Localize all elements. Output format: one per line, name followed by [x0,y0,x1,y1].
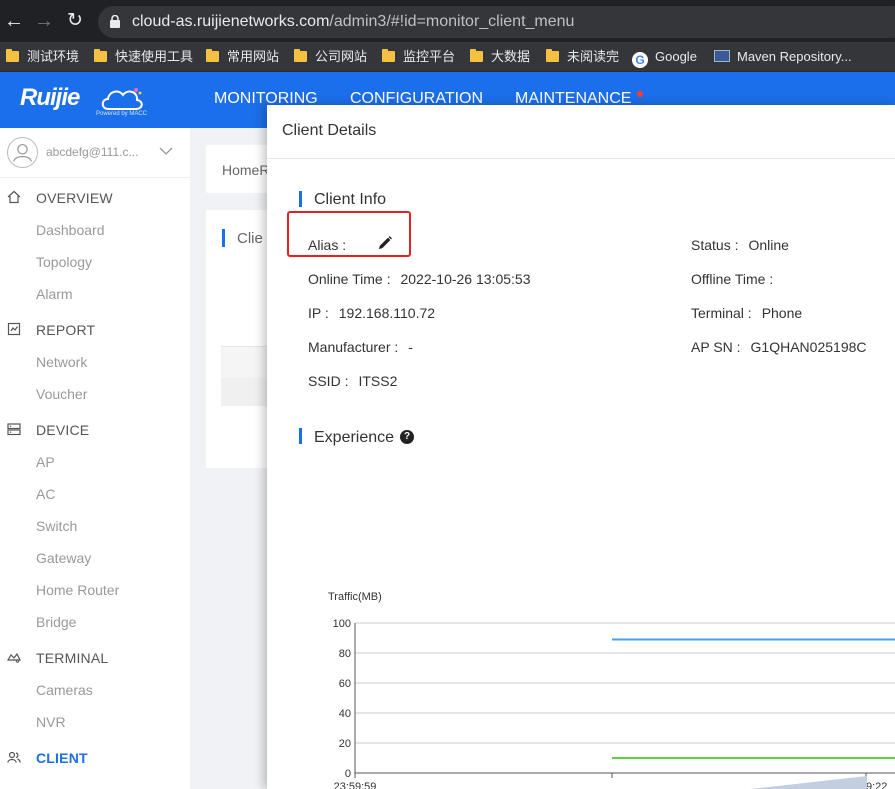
device-icon [7,423,21,436]
reload-icon[interactable]: ↻ [63,9,87,33]
modal-divider [267,158,895,159]
maven-icon [714,50,730,62]
offline-time-field: Offline Time : [691,271,774,287]
back-icon[interactable]: ← [2,9,26,33]
help-icon[interactable]: ? [400,430,414,444]
breadcrumb[interactable]: HomeR [222,162,269,178]
ap-sn-field: AP SN : G1QHAN025198C [691,339,867,355]
sidebar-item-gateway[interactable]: Gateway [36,550,91,566]
highlight-box [287,211,411,257]
y-tick-label: 20 [339,738,351,750]
sidebar-item-dashboard[interactable]: Dashboard [36,222,105,238]
folder-icon [382,49,395,62]
section-bar [222,229,225,247]
sidebar-item-nvr[interactable]: NVR [36,714,66,730]
sidebar-section-client[interactable]: CLIENT [0,746,190,770]
bookmark-item[interactable]: 监控平台 [382,48,455,66]
zoom-slider-preview [750,776,867,789]
cloud-icon [101,88,143,110]
terminal-icon [7,652,21,663]
sidebar-item-home-router[interactable]: Home Router [36,582,119,598]
folder-icon [470,49,483,62]
y-tick-label: 60 [339,678,351,690]
sidebar-item-network[interactable]: Network [36,354,87,370]
chart-grid [354,622,895,774]
browser-toolbar: ← → ↻ cloud-as.ruijienetworks.com/admin3… [0,0,895,42]
sidebar-item-topology[interactable]: Topology [36,254,92,270]
sidebar-item-switch[interactable]: Switch [36,518,77,534]
user-menu[interactable]: abcdefg@111.c... [0,128,190,178]
sidebar-item-cameras[interactable]: Cameras [36,682,93,698]
report-icon [7,322,21,336]
url-text: cloud-as.ruijienetworks.com/admin3/#!id=… [132,13,575,30]
card-title: Clie [237,230,263,247]
online-time-field: Online Time :2022-10-26 13:05:53 [308,271,531,287]
folder-icon [206,49,219,62]
terminal-field: Terminal : Phone [691,305,803,321]
sidebar-item-alarm[interactable]: Alarm [36,286,73,302]
sidebar-section-terminal[interactable]: TERMINAL [0,646,190,670]
folder-icon [546,49,559,62]
bookmark-item[interactable]: 公司网站 [294,48,367,66]
client-icon [7,751,21,763]
section-bar [299,191,302,207]
sidebar-section-device[interactable]: DEVICE [0,418,190,442]
bookmark-item[interactable]: 快速使用工具 [94,48,193,66]
traffic-chart: Traffic(MB) 020406080100 23:59:5912:19:2… [328,591,895,789]
bookmark-item[interactable]: 大数据 [470,48,530,66]
folder-icon [94,49,107,62]
sidebar-section-overview[interactable]: OVERVIEW [0,186,190,210]
sidebar-item-ap[interactable]: AP [36,454,55,470]
folder-icon [294,49,307,62]
sidebar-section-report[interactable]: REPORT [0,318,190,342]
bookmark-item[interactable]: 未阅读完 [546,48,619,66]
home-icon [7,190,21,204]
ruijie-logo[interactable]: Ruijie Powered by MACC [20,84,147,120]
y-axis-ticks: 0 20 40 60 80 100 [333,618,351,780]
y-axis-label: Traffic(MB) [328,591,382,603]
ip-field: IP :192.168.110.72 [308,305,436,321]
sidebar-item-bridge[interactable]: Bridge [36,614,76,630]
manufacturer-field: Manufacturer :- [308,339,413,355]
experience-title: Experience [314,429,395,446]
y-tick-label: 100 [333,618,351,630]
google-icon: G [632,52,648,68]
sidebar: abcdefg@111.c... OVERVIEW Dashboard Topo… [0,128,190,789]
chevron-down-icon[interactable] [159,144,173,158]
forward-icon[interactable]: → [32,9,56,33]
address-bar[interactable]: cloud-as.ruijienetworks.com/admin3/#!id=… [98,6,895,38]
bookmarks-bar: 测试环境 快速使用工具 常用网站 公司网站 监控平台 大数据 未阅读完 G Goo… [0,42,895,72]
modal-title: Client Details [282,122,377,139]
avatar-icon [7,137,38,168]
x-tick-label: 23:59:59 [334,781,377,789]
notification-dot [637,91,643,97]
lock-icon [110,15,120,28]
section-bar [299,428,302,444]
client-details-modal: Client Details Client Info Alias : Onlin… [267,105,895,789]
sidebar-item-voucher[interactable]: Voucher [36,386,87,402]
status-field: Status : Online [691,237,789,253]
y-tick-label: 80 [339,648,351,660]
bookmark-item[interactable]: 常用网站 [206,48,279,66]
chart-series [612,638,895,759]
bookmark-item[interactable]: G Google [632,48,697,68]
ssid-field: SSID : ITSS2 [308,373,398,389]
folder-icon [6,49,19,62]
bookmark-item[interactable]: 测试环境 [6,48,79,66]
y-tick-label: 0 [345,768,351,780]
y-tick-label: 40 [339,708,351,720]
sidebar-item-ac[interactable]: AC [36,486,55,502]
bookmark-item[interactable]: Maven Repository... [714,48,852,66]
client-info-title: Client Info [314,191,387,208]
user-name: abcdefg@111.c... [46,145,139,159]
